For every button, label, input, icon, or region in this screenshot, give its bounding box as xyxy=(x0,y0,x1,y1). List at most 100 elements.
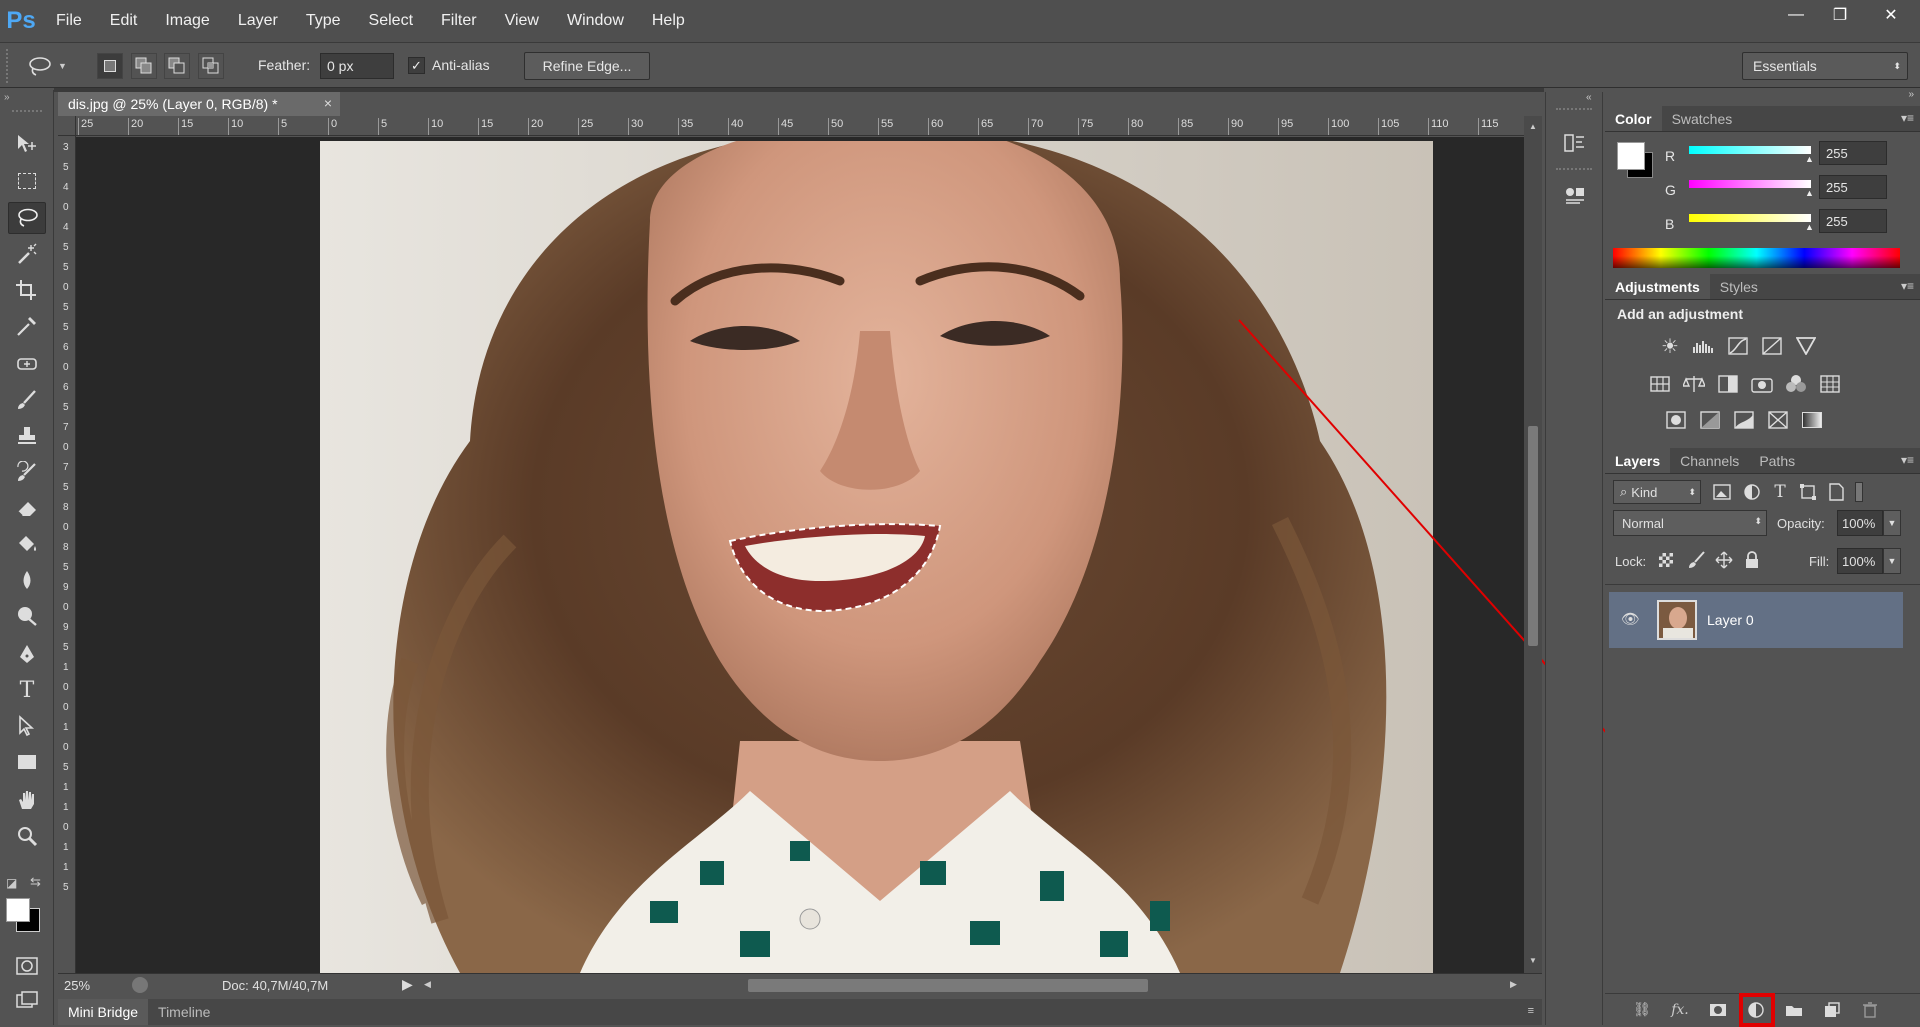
opacity-input[interactable]: 100% xyxy=(1837,510,1883,536)
red-slider[interactable] xyxy=(1689,146,1811,154)
visibility-eye-icon[interactable]: 👁 xyxy=(1621,610,1640,628)
green-slider-handle[interactable]: ▲ xyxy=(1805,188,1814,198)
ruler-origin[interactable] xyxy=(58,116,76,136)
rectangle-tool[interactable] xyxy=(8,746,46,778)
crop-tool[interactable] xyxy=(8,274,46,306)
layer-name[interactable]: Layer 0 xyxy=(1707,612,1754,628)
tab-color[interactable]: Color xyxy=(1605,106,1662,131)
tab-mini-bridge[interactable]: Mini Bridge xyxy=(58,999,149,1025)
add-mask-button[interactable] xyxy=(1699,1003,1737,1017)
color-balance-button[interactable] xyxy=(1681,372,1707,396)
curves-button[interactable] xyxy=(1725,334,1751,358)
close-button[interactable]: ✕ xyxy=(1862,0,1920,30)
tool-preset-picker[interactable]: ▼ xyxy=(26,53,78,79)
color-lookup-button[interactable] xyxy=(1817,372,1843,396)
lock-image-button[interactable] xyxy=(1683,548,1709,572)
swap-colors-icon[interactable]: ⇆ xyxy=(30,874,41,890)
new-fill-adjustment-layer-button[interactable] xyxy=(1737,992,1775,1027)
type-tool[interactable]: T xyxy=(8,674,46,706)
workspace-switcher[interactable]: Essentials ⬍ xyxy=(1742,52,1908,80)
history-brush-tool[interactable] xyxy=(8,456,46,488)
brush-tool[interactable] xyxy=(8,384,46,416)
layer-filter-kind-select[interactable]: ⌕ Kind ⬍ xyxy=(1613,480,1701,504)
scroll-left-icon[interactable]: ◀ xyxy=(424,979,431,990)
close-document-button[interactable]: × xyxy=(324,95,332,111)
lasso-tool[interactable] xyxy=(8,202,46,234)
fill-dropdown-button[interactable]: ▼ xyxy=(1883,548,1901,574)
menu-file[interactable]: File xyxy=(42,12,96,30)
adjustments-panel-menu-icon[interactable]: ▾≡ xyxy=(1901,279,1914,293)
feather-input[interactable]: 0 px xyxy=(320,53,394,79)
delete-layer-button[interactable] xyxy=(1851,1001,1889,1018)
panel-menu-icon[interactable]: ≡ xyxy=(1528,1005,1534,1017)
hand-tool[interactable] xyxy=(8,784,46,816)
collapse-dock-icon[interactable]: » xyxy=(1908,89,1914,100)
document-tab[interactable]: dis.jpg @ 25% (Layer 0, RGB/8) * × xyxy=(58,92,340,116)
horizontal-scroll-thumb[interactable] xyxy=(748,979,1148,992)
blue-slider-handle[interactable]: ▲ xyxy=(1805,222,1814,232)
antialias-checkbox[interactable]: ✓ xyxy=(408,57,425,74)
intersect-selection-button[interactable] xyxy=(198,53,224,79)
vertical-scrollbar[interactable]: ▲ ▼ xyxy=(1524,116,1542,973)
red-slider-handle[interactable]: ▲ xyxy=(1805,154,1814,164)
menu-type[interactable]: Type xyxy=(292,12,355,30)
tab-channels[interactable]: Channels xyxy=(1670,448,1749,473)
foreground-color-swatch[interactable] xyxy=(6,898,30,922)
zoom-level[interactable]: 25% xyxy=(64,978,90,993)
layer-row[interactable]: 👁 Layer 0 xyxy=(1609,592,1903,648)
expand-panels-icon[interactable]: « xyxy=(1586,92,1592,103)
menu-filter[interactable]: Filter xyxy=(427,12,491,30)
tab-paths[interactable]: Paths xyxy=(1749,448,1805,473)
blue-value-input[interactable]: 255 xyxy=(1819,209,1887,233)
tab-layers[interactable]: Layers xyxy=(1605,448,1671,473)
threshold-button[interactable] xyxy=(1731,408,1757,432)
tab-styles[interactable]: Styles xyxy=(1710,274,1768,299)
red-value-input[interactable]: 255 xyxy=(1819,141,1887,165)
photo-filter-button[interactable] xyxy=(1749,372,1775,396)
new-group-button[interactable] xyxy=(1775,1003,1813,1017)
lock-all-button[interactable] xyxy=(1739,548,1765,572)
paint-bucket-tool[interactable] xyxy=(8,528,46,560)
magic-wand-tool[interactable] xyxy=(8,238,46,270)
strip-grip-2[interactable] xyxy=(1556,168,1592,170)
vibrance-button[interactable] xyxy=(1793,334,1819,358)
green-value-input[interactable]: 255 xyxy=(1819,175,1887,199)
filter-smart-object-button[interactable] xyxy=(1823,480,1849,504)
vertical-scroll-thumb[interactable] xyxy=(1528,426,1538,646)
strip-grip[interactable] xyxy=(1556,108,1592,110)
vertical-ruler[interactable]: 3 5 4 0 4 5 5 0 5 5 6 0 6 5 7 0 7 5 8 0 8 5 9 0 9 5 1 0 0 1 0 5 1 1 0 1 1 5 xyxy=(58,136,76,976)
scroll-right-icon[interactable]: ▶ xyxy=(1510,979,1517,990)
menu-edit[interactable]: Edit xyxy=(96,12,152,30)
filter-shape-button[interactable] xyxy=(1795,480,1821,504)
canvas-area[interactable] xyxy=(76,137,1807,973)
menu-layer[interactable]: Layer xyxy=(224,12,292,30)
eraser-tool[interactable] xyxy=(8,492,46,524)
filter-pixel-button[interactable] xyxy=(1709,480,1735,504)
default-colors-icon[interactable]: ◪ xyxy=(6,876,17,890)
lock-transparent-button[interactable] xyxy=(1653,548,1679,572)
tab-adjustments[interactable]: Adjustments xyxy=(1605,274,1710,299)
menu-window[interactable]: Window xyxy=(553,12,638,30)
layer-style-button[interactable]: fx. xyxy=(1661,1002,1699,1018)
options-grip[interactable] xyxy=(6,49,12,83)
opacity-dropdown-button[interactable]: ▼ xyxy=(1883,510,1901,536)
blur-tool[interactable] xyxy=(8,564,46,596)
menu-select[interactable]: Select xyxy=(355,12,427,30)
marquee-tool[interactable] xyxy=(8,165,46,197)
invert-button[interactable] xyxy=(1663,408,1689,432)
hue-saturation-button[interactable] xyxy=(1647,372,1673,396)
minimize-button[interactable]: — xyxy=(1774,0,1818,30)
pen-tool[interactable] xyxy=(8,638,46,670)
menu-image[interactable]: Image xyxy=(151,12,223,30)
link-layers-button[interactable]: ⛓ xyxy=(1623,1001,1661,1018)
quick-mask-button[interactable] xyxy=(8,950,46,982)
horizontal-ruler[interactable]: 25 20 15 10 5 0 5 10 15 20 25 30 35 40 45 50 55 60 65 70 75 8… xyxy=(76,116,1524,136)
properties-panel-button[interactable] xyxy=(1556,178,1594,212)
channel-mixer-button[interactable] xyxy=(1783,372,1809,396)
refine-edge-button[interactable]: Refine Edge... xyxy=(524,52,650,80)
scroll-up-icon[interactable]: ▲ xyxy=(1529,122,1537,131)
collapse-icon[interactable]: » xyxy=(4,92,10,103)
new-selection-button[interactable] xyxy=(97,53,123,79)
brightness-contrast-button[interactable]: ☀ xyxy=(1657,334,1683,358)
scroll-down-icon[interactable]: ▼ xyxy=(1529,956,1537,965)
